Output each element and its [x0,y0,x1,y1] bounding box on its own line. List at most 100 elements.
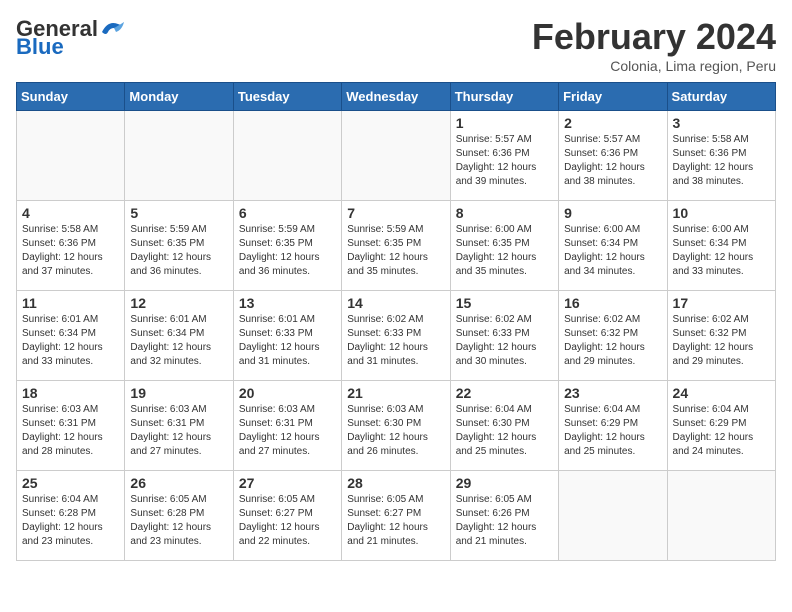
calendar-cell: 14 Sunrise: 6:02 AM Sunset: 6:33 PM Dayli… [342,291,450,381]
calendar-cell: 24 Sunrise: 6:04 AM Sunset: 6:29 PM Dayli… [667,381,775,471]
day-number: 20 [239,385,336,401]
calendar-cell: 27 Sunrise: 6:05 AM Sunset: 6:27 PM Dayli… [233,471,341,561]
day-number: 9 [564,205,661,221]
day-number: 10 [673,205,770,221]
calendar-cell [125,111,233,201]
page-header: General Blue February 2024 Colonia, Lima… [16,16,776,74]
day-number: 8 [456,205,553,221]
day-header-sunday: Sunday [17,83,125,111]
calendar-cell: 5Sunrise: 5:59 AM Sunset: 6:35 PM Daylig… [125,201,233,291]
day-number: 7 [347,205,444,221]
day-number: 27 [239,475,336,491]
calendar-body: 1 Sunrise: 5:57 AM Sunset: 6:36 PM Daylig… [17,111,776,561]
day-number: 23 [564,385,661,401]
day-number: 14 [347,295,444,311]
day-number: 12 [130,295,227,311]
day-info: Sunrise: 6:02 AM Sunset: 6:33 PM Dayligh… [347,313,444,369]
day-info: Sunrise: 5:59 AM Sunset: 6:35 PM Dayligh… [239,223,336,279]
calendar-week-3: 11Sunrise: 6:01 AM Sunset: 6:34 PM Dayli… [17,291,776,381]
day-info: Sunrise: 5:58 AM Sunset: 6:36 PM Dayligh… [22,223,119,279]
calendar-cell: 3 Sunrise: 5:58 AM Sunset: 6:36 PM Daylig… [667,111,775,201]
day-header-thursday: Thursday [450,83,558,111]
calendar-cell: 22 Sunrise: 6:04 AM Sunset: 6:30 PM Dayli… [450,381,558,471]
day-info: Sunrise: 6:04 AM Sunset: 6:30 PM Dayligh… [456,403,553,459]
day-number: 3 [673,115,770,131]
logo-blue: Blue [16,34,64,60]
day-info: Sunrise: 6:05 AM Sunset: 6:27 PM Dayligh… [239,493,336,549]
calendar-cell: 11Sunrise: 6:01 AM Sunset: 6:34 PM Dayli… [17,291,125,381]
calendar-cell: 10 Sunrise: 6:00 AM Sunset: 6:34 PM Dayli… [667,201,775,291]
day-info: Sunrise: 6:02 AM Sunset: 6:33 PM Dayligh… [456,313,553,369]
calendar-week-4: 18 Sunrise: 6:03 AM Sunset: 6:31 PM Dayli… [17,381,776,471]
calendar-cell: 12Sunrise: 6:01 AM Sunset: 6:34 PM Dayli… [125,291,233,381]
day-info: Sunrise: 6:03 AM Sunset: 6:30 PM Dayligh… [347,403,444,459]
day-info: Sunrise: 6:02 AM Sunset: 6:32 PM Dayligh… [564,313,661,369]
day-number: 18 [22,385,119,401]
day-number: 29 [456,475,553,491]
day-info: Sunrise: 6:04 AM Sunset: 6:29 PM Dayligh… [673,403,770,459]
day-info: Sunrise: 6:05 AM Sunset: 6:26 PM Dayligh… [456,493,553,549]
calendar-week-2: 4 Sunrise: 5:58 AM Sunset: 6:36 PM Daylig… [17,201,776,291]
day-info: Sunrise: 5:58 AM Sunset: 6:36 PM Dayligh… [673,133,770,189]
day-header-friday: Friday [559,83,667,111]
calendar-cell: 23 Sunrise: 6:04 AM Sunset: 6:29 PM Dayli… [559,381,667,471]
day-info: Sunrise: 6:03 AM Sunset: 6:31 PM Dayligh… [130,403,227,459]
calendar-cell: 2 Sunrise: 5:57 AM Sunset: 6:36 PM Daylig… [559,111,667,201]
calendar-cell: 4 Sunrise: 5:58 AM Sunset: 6:36 PM Daylig… [17,201,125,291]
day-info: Sunrise: 6:00 AM Sunset: 6:34 PM Dayligh… [564,223,661,279]
calendar-cell: 13Sunrise: 6:01 AM Sunset: 6:33 PM Dayli… [233,291,341,381]
day-number: 21 [347,385,444,401]
calendar-cell: 20 Sunrise: 6:03 AM Sunset: 6:31 PM Dayli… [233,381,341,471]
month-year-title: February 2024 [532,16,776,58]
day-number: 25 [22,475,119,491]
day-info: Sunrise: 6:04 AM Sunset: 6:29 PM Dayligh… [564,403,661,459]
location-subtitle: Colonia, Lima region, Peru [532,58,776,74]
day-info: Sunrise: 6:03 AM Sunset: 6:31 PM Dayligh… [22,403,119,459]
calendar-cell: 6 Sunrise: 5:59 AM Sunset: 6:35 PM Daylig… [233,201,341,291]
day-number: 13 [239,295,336,311]
day-number: 2 [564,115,661,131]
calendar-cell: 18 Sunrise: 6:03 AM Sunset: 6:31 PM Dayli… [17,381,125,471]
day-info: Sunrise: 6:05 AM Sunset: 6:27 PM Dayligh… [347,493,444,549]
day-number: 16 [564,295,661,311]
day-number: 11 [22,295,119,311]
calendar-cell: 17 Sunrise: 6:02 AM Sunset: 6:32 PM Dayli… [667,291,775,381]
day-info: Sunrise: 5:57 AM Sunset: 6:36 PM Dayligh… [564,133,661,189]
calendar-week-5: 25 Sunrise: 6:04 AM Sunset: 6:28 PM Dayli… [17,471,776,561]
day-info: Sunrise: 6:05 AM Sunset: 6:28 PM Dayligh… [130,493,227,549]
day-info: Sunrise: 6:03 AM Sunset: 6:31 PM Dayligh… [239,403,336,459]
day-number: 24 [673,385,770,401]
day-number: 15 [456,295,553,311]
day-info: Sunrise: 6:04 AM Sunset: 6:28 PM Dayligh… [22,493,119,549]
day-info: Sunrise: 6:00 AM Sunset: 6:34 PM Dayligh… [673,223,770,279]
day-header-tuesday: Tuesday [233,83,341,111]
day-number: 6 [239,205,336,221]
day-number: 28 [347,475,444,491]
calendar-cell [667,471,775,561]
logo: General Blue [16,16,126,60]
day-info: Sunrise: 6:02 AM Sunset: 6:32 PM Dayligh… [673,313,770,369]
calendar-cell: 7 Sunrise: 5:59 AM Sunset: 6:35 PM Daylig… [342,201,450,291]
day-number: 22 [456,385,553,401]
day-number: 5 [130,205,227,221]
calendar-cell: 25 Sunrise: 6:04 AM Sunset: 6:28 PM Dayli… [17,471,125,561]
calendar-cell: 1Sunrise: 5:57 AM Sunset: 6:36 PM Daylig… [450,111,558,201]
day-number: 26 [130,475,227,491]
title-area: February 2024 Colonia, Lima region, Peru [532,16,776,74]
day-number: 1 [456,115,553,131]
day-number: 19 [130,385,227,401]
day-header-monday: Monday [125,83,233,111]
calendar-header-row: SundayMondayTuesdayWednesdayThursdayFrid… [17,83,776,111]
calendar-cell: 8Sunrise: 6:00 AM Sunset: 6:35 PM Daylig… [450,201,558,291]
calendar-cell: 15 Sunrise: 6:02 AM Sunset: 6:33 PM Dayli… [450,291,558,381]
day-number: 17 [673,295,770,311]
calendar-cell: 16 Sunrise: 6:02 AM Sunset: 6:32 PM Dayli… [559,291,667,381]
day-info: Sunrise: 5:59 AM Sunset: 6:35 PM Dayligh… [347,223,444,279]
calendar-cell: 26 Sunrise: 6:05 AM Sunset: 6:28 PM Dayli… [125,471,233,561]
calendar-cell [17,111,125,201]
calendar-cell [559,471,667,561]
calendar-cell: 19 Sunrise: 6:03 AM Sunset: 6:31 PM Dayli… [125,381,233,471]
calendar-cell [233,111,341,201]
day-number: 4 [22,205,119,221]
logo-bird-icon [98,18,126,40]
